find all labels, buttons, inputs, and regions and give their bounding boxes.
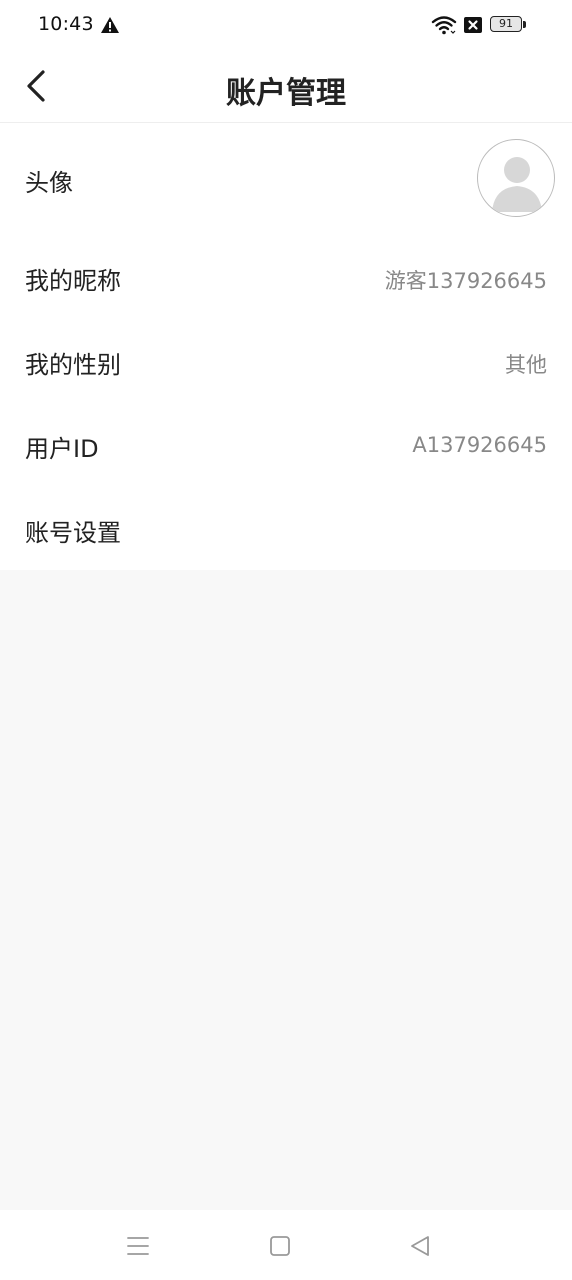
row-value-nickname: 游客137926645 bbox=[384, 269, 547, 293]
avatar[interactable] bbox=[477, 139, 555, 217]
page-title: 账户管理 bbox=[226, 76, 346, 111]
header: 账户管理 bbox=[0, 50, 572, 123]
back-triangle-icon bbox=[411, 1236, 429, 1256]
battery-icon: 91 bbox=[490, 16, 526, 34]
row-nickname[interactable]: 我的昵称 游客137926645 bbox=[0, 233, 572, 317]
row-label-user-id: 用户ID bbox=[25, 435, 99, 463]
row-label-nickname: 我的昵称 bbox=[25, 267, 121, 295]
battery-tip bbox=[523, 21, 526, 28]
row-label-avatar: 头像 bbox=[25, 169, 73, 197]
row-label-gender: 我的性别 bbox=[25, 351, 121, 379]
home-button[interactable] bbox=[266, 1232, 294, 1260]
warning-icon bbox=[101, 17, 119, 33]
status-time: 10:43 bbox=[38, 13, 94, 35]
default-avatar-icon bbox=[492, 157, 542, 212]
no-sim-icon bbox=[464, 17, 482, 33]
back-nav-button[interactable] bbox=[406, 1232, 434, 1260]
row-value-gender: 其他 bbox=[505, 353, 547, 377]
status-bar: 10:43 91 bbox=[0, 0, 572, 50]
row-gender[interactable]: 我的性别 其他 bbox=[0, 317, 572, 401]
row-account-settings[interactable]: 账号设置 bbox=[0, 485, 572, 570]
row-value-user-id: A137926645 bbox=[412, 433, 547, 457]
menu-icon bbox=[127, 1237, 149, 1255]
battery-level: 91 bbox=[490, 16, 522, 32]
account-management-screen: 10:43 91 账户管理 头像 我的昵称 游客137926645 我的性别 其… bbox=[0, 0, 572, 1280]
wifi-icon bbox=[431, 16, 457, 35]
menu-button[interactable] bbox=[124, 1232, 152, 1260]
row-label-account-settings: 账号设置 bbox=[25, 519, 121, 547]
system-nav-bar bbox=[0, 1210, 572, 1280]
row-user-id[interactable]: 用户ID A137926645 bbox=[0, 401, 572, 485]
home-square-icon bbox=[270, 1236, 290, 1256]
row-avatar[interactable]: 头像 bbox=[0, 123, 572, 233]
empty-content-area bbox=[0, 570, 572, 1210]
